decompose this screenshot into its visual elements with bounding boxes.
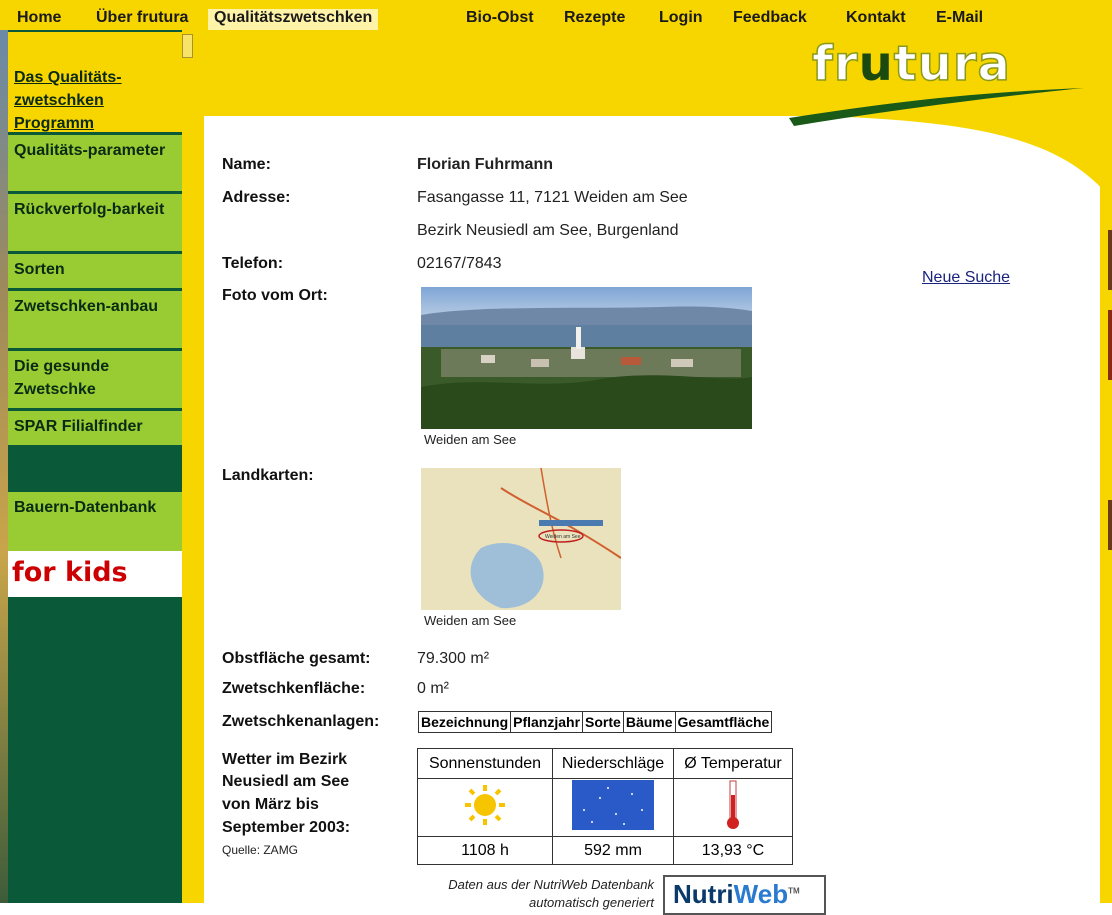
location-photo[interactable] [421, 287, 752, 429]
sidebar-item-gesunde-zwetschke[interactable]: Die gesunde Zwetschke [8, 351, 182, 411]
frutura-logo: frutura [811, 35, 1011, 93]
nav-rezepte[interactable]: Rezepte [564, 9, 625, 27]
photo-label: Foto vom Ort: [222, 287, 328, 304]
nav-login[interactable]: Login [659, 9, 703, 27]
col-gesamtflaeche: Gesamtfläche [674, 711, 773, 733]
table-row: Sonnenstunden Niederschläge Ø Temperatur [417, 748, 793, 779]
plantations-table: Bezeichnung Pflanzjahr Sorte Bäume Gesam… [417, 711, 773, 733]
nav-ueber-frutura[interactable]: Über frutura [96, 9, 188, 27]
col-bezeichnung: Bezeichnung [417, 711, 512, 733]
nav-feedback[interactable]: Feedback [733, 9, 807, 27]
nav-qualitaetszwetschken[interactable]: Qualitätszwetschken [208, 9, 379, 30]
phone-label: Telefon: [222, 255, 284, 272]
plum-area-label: Zwetschkenfläche: [222, 680, 366, 697]
col-baeume: Bäume [622, 711, 676, 733]
plum-area: 0 m² [417, 680, 449, 697]
name-label: Name: [222, 156, 271, 173]
thermometer-icon-cell [673, 778, 793, 837]
sunshine-value: 1108 h [417, 836, 553, 865]
address-line1: Fasangasse 11, 7121 Weiden am See [417, 189, 688, 206]
sidebar-item-qualitaetsparameter[interactable]: Qualitäts-parameter [8, 135, 182, 194]
total-area-label: Obstfläche gesamt: [222, 650, 371, 667]
location-map[interactable]: Weiden am See [421, 468, 621, 610]
top-navigation: Home Über frutura Qualitätszwetschken Bi… [0, 0, 1112, 30]
right-yellow-border [1100, 100, 1112, 903]
sidebar-item-programm[interactable]: Das Qualitäts-zwetschken Programm [8, 32, 182, 135]
table-row [417, 778, 793, 837]
sidebar: Das Qualitäts-zwetschken Programm Qualit… [8, 30, 184, 903]
sidebar-item-bauern-datenbank[interactable]: Bauern-Datenbank [8, 492, 182, 551]
farmer-name: Florian Fuhrmann [417, 156, 553, 173]
phone-number: 02167/7843 [417, 255, 502, 272]
photo-caption: Weiden am See [424, 432, 517, 447]
weather-source: Quelle: ZAMG [222, 843, 299, 857]
sidebar-item-sorten[interactable]: Sorten [8, 254, 182, 291]
weather-label-3: von März bis [222, 796, 319, 813]
sidebar-item-spar-filialfinder[interactable]: SPAR Filialfinder [8, 411, 182, 448]
sun-icon-cell [417, 778, 553, 837]
map-caption: Weiden am See [424, 613, 517, 628]
weather-label-4: September 2003: [222, 819, 351, 836]
sun-icon [465, 785, 505, 825]
left-yellow-gutter [182, 30, 204, 903]
nav-bio-obst[interactable]: Bio-Obst [466, 9, 534, 27]
col-precipitation: Niederschläge [552, 748, 674, 779]
table-row: 1108 h 592 mm 13,93 °C [417, 836, 793, 865]
col-sunshine: Sonnenstunden [417, 748, 553, 779]
weather-table: Sonnenstunden Niederschläge Ø Temperatur [417, 748, 793, 865]
address-line2: Bezirk Neusiedl am See, Burgenland [417, 222, 679, 239]
frame-scroll-handle[interactable] [182, 34, 193, 58]
sidebar-item-zwetschkenanbau[interactable]: Zwetschken-anbau [8, 291, 182, 351]
weather-label-1: Wetter im Bezirk [222, 751, 348, 768]
nav-kontakt[interactable]: Kontakt [846, 9, 906, 27]
nutriweb-text-1: Daten aus der NutriWeb Datenbank [448, 877, 654, 892]
nav-home[interactable]: Home [17, 9, 61, 27]
background-photo-edge [0, 30, 8, 903]
precipitation-value: 592 mm [552, 836, 674, 865]
sidebar-item-rueckverfolgbarkeit[interactable]: Rückverfolg-barkeit [8, 194, 182, 254]
total-area: 79.300 m² [417, 650, 490, 667]
new-search-link[interactable]: Neue Suche [922, 269, 1010, 287]
plantations-label: Zwetschkenanlagen: [222, 713, 380, 730]
svg-text:Weiden am See: Weiden am See [545, 534, 581, 540]
maps-label: Landkarten: [222, 467, 314, 484]
for-kids-link[interactable]: for kids [8, 551, 182, 597]
address-label: Adresse: [222, 189, 291, 206]
col-temperature: Ø Temperatur [673, 748, 793, 779]
temperature-value: 13,93 °C [673, 836, 793, 865]
col-sorte: Sorte [582, 711, 624, 733]
table-row: Bezeichnung Pflanzjahr Sorte Bäume Gesam… [417, 711, 773, 733]
weather-label-2: Neusiedl am See [222, 773, 350, 790]
rain-icon-cell [552, 778, 674, 837]
rain-icon [572, 780, 654, 830]
col-pflanzjahr: Pflanzjahr [510, 711, 584, 733]
nutriweb-logo[interactable]: NutriWebTM [663, 875, 826, 915]
nav-email[interactable]: E-Mail [936, 9, 983, 27]
thermometer-icon [727, 780, 739, 829]
